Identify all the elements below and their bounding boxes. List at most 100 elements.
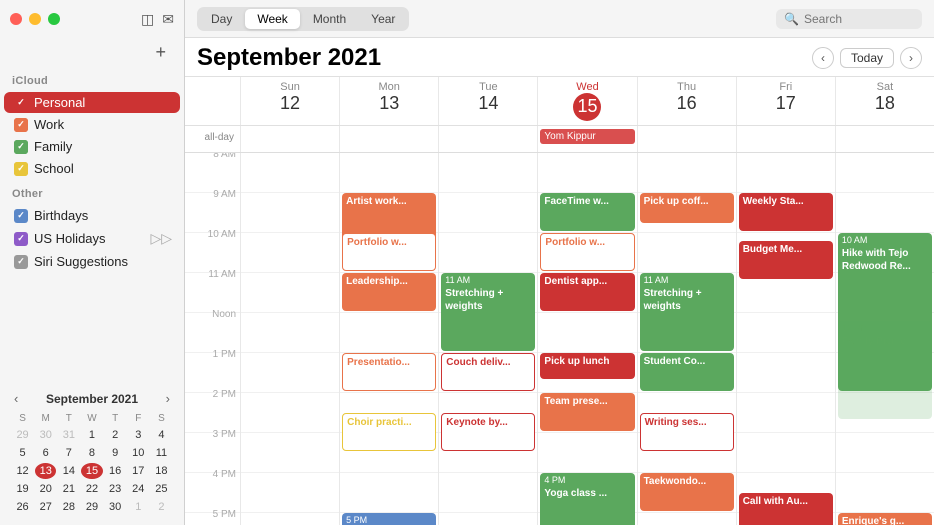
calendar-event[interactable]: 4 PMYoga class ...: [540, 473, 634, 525]
mini-cal-day[interactable]: 4: [151, 427, 172, 443]
sidebar-item-birthdays[interactable]: ✓ Birthdays: [4, 205, 180, 226]
mini-cal-day[interactable]: 2: [105, 427, 126, 443]
calendar-event[interactable]: Writing ses...: [640, 413, 734, 451]
mini-cal-day[interactable]: 18: [151, 463, 172, 479]
allday-cell-3[interactable]: Yom Kippur: [537, 126, 636, 152]
calendar-event[interactable]: Keynote by...: [441, 413, 535, 451]
mini-cal-day[interactable]: 23: [105, 481, 126, 497]
day-col-1[interactable]: Artist work...Portfolio w...Leadership..…: [339, 153, 438, 525]
mini-cal-day[interactable]: 1: [81, 427, 102, 443]
day-col-2[interactable]: Couch deliv...11 AMStretching + weights K…: [438, 153, 537, 525]
tab-day[interactable]: Day: [199, 9, 244, 29]
mini-cal-day[interactable]: 6: [35, 445, 56, 461]
time-cell: [737, 153, 835, 193]
mini-cal-day[interactable]: 17: [128, 463, 149, 479]
allday-cell-5[interactable]: [736, 126, 835, 152]
mini-cal-day[interactable]: 28: [58, 499, 79, 515]
calendar-event[interactable]: Portfolio w...: [540, 233, 634, 271]
mini-cal-day[interactable]: 16: [105, 463, 126, 479]
calendar-event[interactable]: FaceTime w...: [540, 193, 634, 231]
day-col-6[interactable]: 10 AMHike with Tejo Redwood Re...12 PMFa…: [835, 153, 934, 525]
sidebar-item-us-holidays[interactable]: ✓ US Holidays ▷▷: [4, 227, 180, 250]
mini-cal-day[interactable]: 12: [12, 463, 33, 479]
calendar-event[interactable]: Student Co...: [640, 353, 734, 391]
allday-cell-2[interactable]: [438, 126, 537, 152]
calendar-event[interactable]: Presentatio...: [342, 353, 436, 391]
mini-cal-day[interactable]: 2: [151, 499, 172, 515]
mini-cal-day[interactable]: 29: [81, 499, 102, 515]
mini-cal-day[interactable]: 3: [128, 427, 149, 443]
next-week-button[interactable]: ›: [900, 47, 922, 69]
calendar-event[interactable]: Pick up lunch: [540, 353, 634, 379]
mini-cal-day[interactable]: 8: [81, 445, 102, 461]
sidebar-toggle-icon[interactable]: ◫: [141, 11, 154, 28]
calendar-event[interactable]: Portfolio w...: [342, 233, 436, 271]
prev-week-button[interactable]: ‹: [812, 47, 834, 69]
mini-cal-day[interactable]: 27: [35, 499, 56, 515]
mini-cal-day[interactable]: 11: [151, 445, 172, 461]
calendar-event[interactable]: Team prese...: [540, 393, 634, 431]
maximize-button[interactable]: [48, 13, 60, 25]
calendar-event[interactable]: Weekly Sta...: [739, 193, 833, 231]
mini-cal-day[interactable]: 9: [105, 445, 126, 461]
mini-cal-day[interactable]: 20: [35, 481, 56, 497]
day-col-0[interactable]: [240, 153, 339, 525]
mini-cal-day[interactable]: 1: [128, 499, 149, 515]
mini-cal-day[interactable]: 30: [105, 499, 126, 515]
mini-cal-day[interactable]: 21: [58, 481, 79, 497]
mini-cal-prev[interactable]: ‹: [10, 391, 22, 406]
mini-cal-day[interactable]: 24: [128, 481, 149, 497]
mini-cal-day[interactable]: 31: [58, 427, 79, 443]
close-button[interactable]: [10, 13, 22, 25]
mini-cal-day[interactable]: 10: [128, 445, 149, 461]
allday-cell-0[interactable]: [240, 126, 339, 152]
mini-cal-day[interactable]: 22: [81, 481, 102, 497]
mini-cal-day[interactable]: 5: [12, 445, 33, 461]
mini-cal-day[interactable]: 14: [58, 463, 79, 479]
allday-cell-1[interactable]: [339, 126, 438, 152]
allday-cell-4[interactable]: [637, 126, 736, 152]
today-button[interactable]: Today: [840, 48, 894, 68]
day-col-5[interactable]: Weekly Sta... Budget Me... Call with Au...: [736, 153, 835, 525]
add-calendar-button[interactable]: +: [145, 42, 176, 63]
calendar-event[interactable]: 11 AMStretching + weights: [640, 273, 734, 351]
sidebar-item-family[interactable]: ✓ Family: [4, 136, 180, 157]
day-col-4[interactable]: Pick up coff... 11 AMStretching + weights…: [637, 153, 736, 525]
calendar-event[interactable]: Dentist app...: [540, 273, 634, 311]
sidebar-item-school[interactable]: ✓ School: [4, 158, 180, 179]
search-input[interactable]: [804, 12, 914, 26]
inbox-icon[interactable]: ✉: [162, 11, 174, 28]
mini-cal-day[interactable]: 30: [35, 427, 56, 443]
calendar-event[interactable]: Leadership...: [342, 273, 436, 311]
mini-cal-day[interactable]: 26: [12, 499, 33, 515]
allday-event[interactable]: Yom Kippur: [540, 129, 634, 144]
calendar-event[interactable]: Choir practi...: [342, 413, 436, 451]
allday-cell-6[interactable]: [835, 126, 934, 152]
calendar-event[interactable]: 11 AMStretching + weights: [441, 273, 535, 351]
calendar-event[interactable]: Taekwondo...: [640, 473, 734, 511]
mini-cal-day[interactable]: 29: [12, 427, 33, 443]
mini-cal-day[interactable]: 19: [12, 481, 33, 497]
sidebar-item-work[interactable]: ✓ Work: [4, 114, 180, 135]
calendar-event[interactable]: Enrique's g...: [838, 513, 932, 525]
calendar-event[interactable]: Budget Me...: [739, 241, 833, 279]
minimize-button[interactable]: [29, 13, 41, 25]
day-col-3[interactable]: FaceTime w...Portfolio w...Dentist app..…: [537, 153, 636, 525]
calendar-event[interactable]: Pick up coff...: [640, 193, 734, 223]
mini-cal-day[interactable]: 13: [35, 463, 56, 479]
day-num: 12: [241, 93, 339, 115]
sidebar-item-siri[interactable]: ✓ Siri Suggestions: [4, 251, 180, 272]
calendar-event[interactable]: 12 PMFamily Picnic: [838, 321, 932, 419]
mini-cal-day[interactable]: 25: [151, 481, 172, 497]
tab-month[interactable]: Month: [301, 9, 358, 29]
calendar-event[interactable]: Call with Au...: [739, 493, 833, 525]
sidebar-item-personal[interactable]: ✓ Personal: [4, 92, 180, 113]
tab-week[interactable]: Week: [245, 9, 299, 29]
mini-cal-next[interactable]: ›: [162, 391, 174, 406]
time-grid[interactable]: 8 AM9 AM10 AM11 AMNoon1 PM2 PM3 PM4 PM5 …: [185, 153, 934, 525]
tab-year[interactable]: Year: [359, 9, 407, 29]
mini-cal-day[interactable]: 15: [81, 463, 102, 479]
calendar-event[interactable]: 5 PMScience fair: [342, 513, 436, 525]
calendar-event[interactable]: Couch deliv...: [441, 353, 535, 391]
mini-cal-day[interactable]: 7: [58, 445, 79, 461]
